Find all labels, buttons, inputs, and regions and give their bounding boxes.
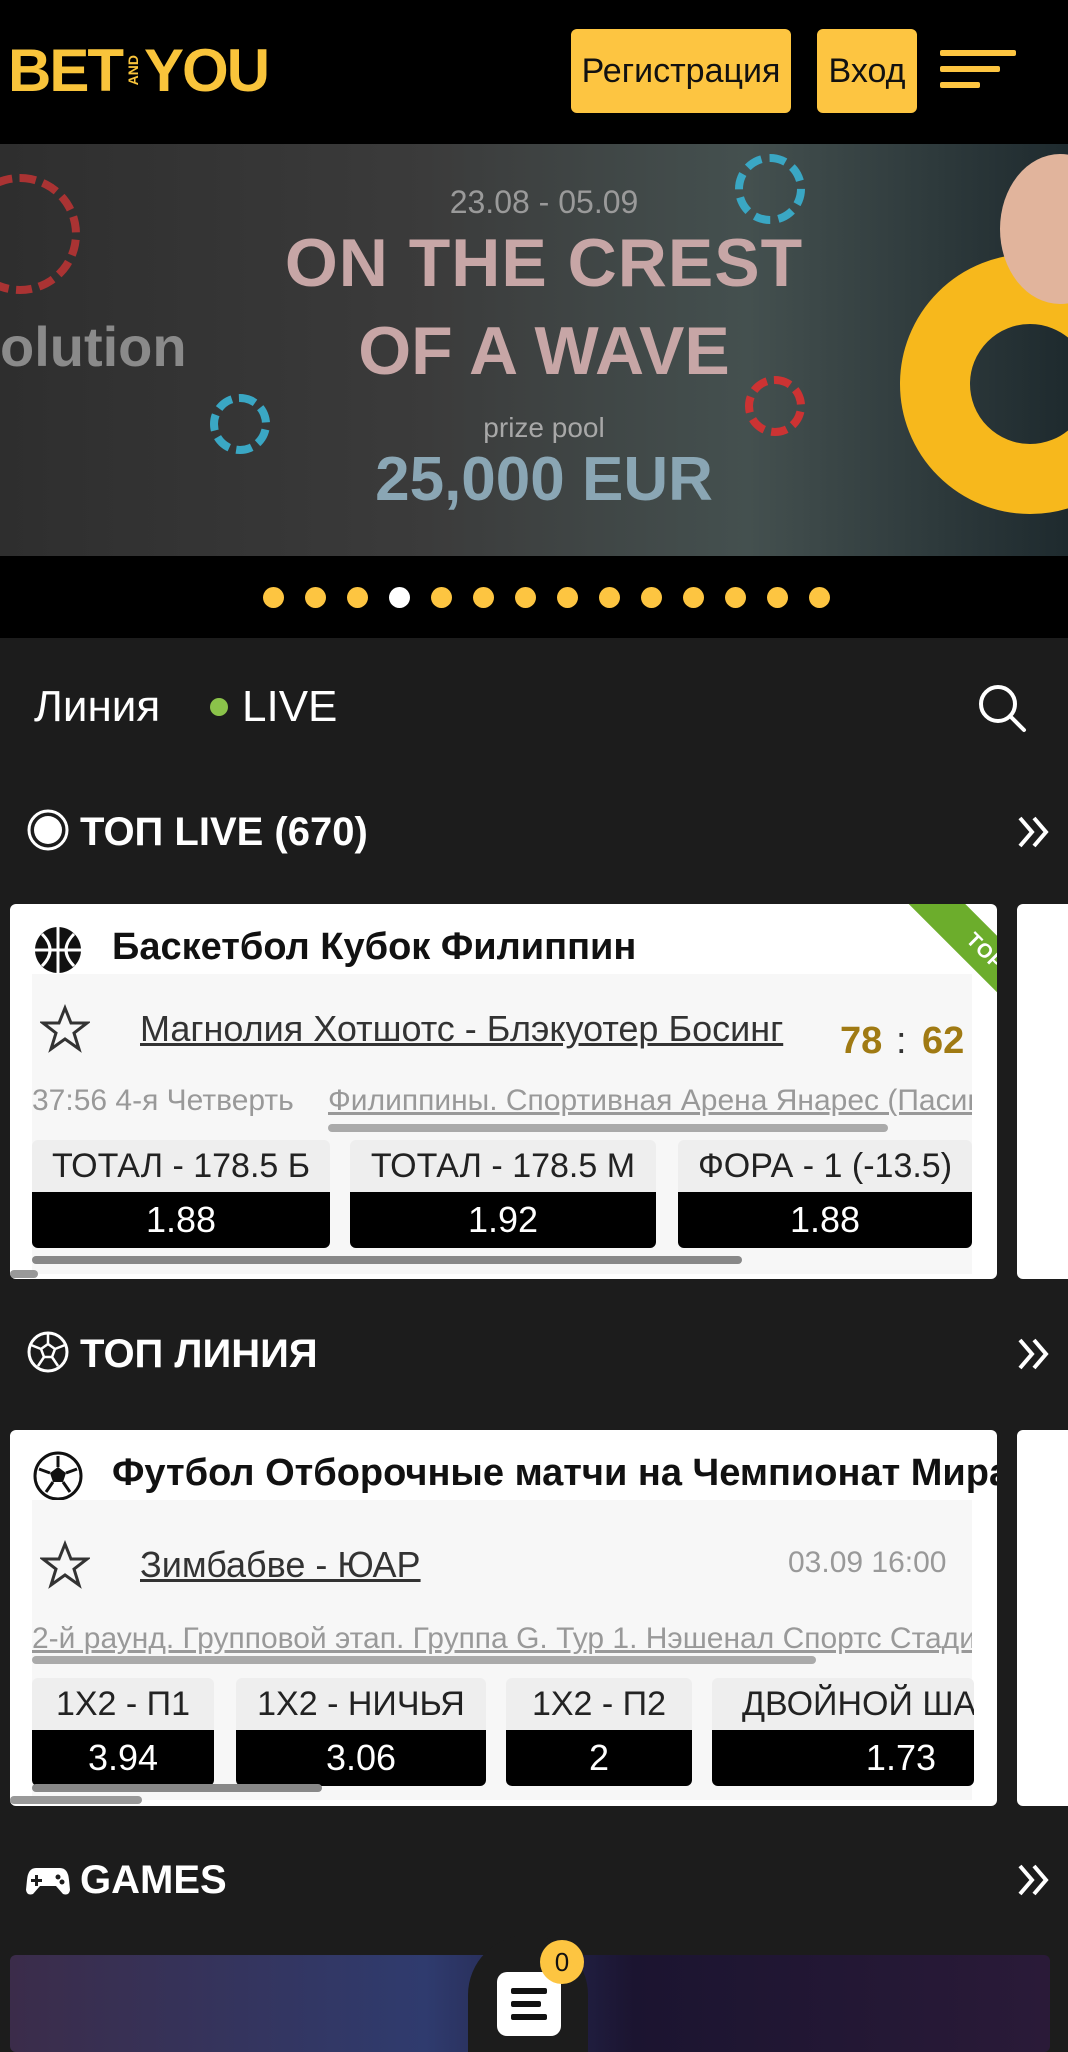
odd-value: 1.92 xyxy=(350,1192,656,1248)
odd-button[interactable]: 1X2 - П2 2 xyxy=(506,1678,692,1786)
odd-button[interactable]: ФОРА - 1 (-13.5) 1.88 xyxy=(678,1140,972,1248)
carousel-dot[interactable] xyxy=(682,586,704,608)
carousel-dot[interactable] xyxy=(262,586,284,608)
games-header[interactable]: GAMES xyxy=(0,1844,1068,1914)
basketball-icon xyxy=(35,927,81,973)
live-event-card[interactable]: Баскетбол Кубок Филиппин TOP Магнолия Хо… xyxy=(10,904,997,1279)
match-time: 37:56 4-я Четверть xyxy=(32,1084,294,1117)
card-scrollbar[interactable] xyxy=(10,1796,142,1804)
odd-label: ФОРА - 1 (-13.5) xyxy=(678,1140,972,1192)
odd-button[interactable]: 1X2 - П1 3.94 xyxy=(32,1678,214,1786)
banner-dates: 23.08 - 05.09 xyxy=(449,184,639,220)
odd-label: ДВОЙНОЙ ШАН xyxy=(712,1678,974,1730)
tab-line[interactable]: Линия xyxy=(34,682,160,732)
odd-label: 1X2 - П1 xyxy=(32,1678,214,1730)
odd-value: 1.88 xyxy=(678,1192,972,1248)
next-card-peek[interactable] xyxy=(1017,904,1068,1279)
odd-value: 3.06 xyxy=(236,1730,486,1786)
promo-banner[interactable]: olution 23.08 - 05.09 ON THE CREST OF A … xyxy=(0,144,1068,556)
odd-label: 1X2 - П2 xyxy=(506,1678,692,1730)
odd-value: 1.88 xyxy=(32,1192,330,1248)
match-meta: 2-й раунд. Групповой этап. Группа G. Тур… xyxy=(32,1622,972,1655)
match-date: 03.09 16:00 xyxy=(788,1546,947,1579)
games-title: GAMES xyxy=(80,1858,227,1902)
register-button[interactable]: Регистрация xyxy=(571,29,791,113)
tab-live[interactable]: LIVE xyxy=(210,682,337,732)
top-line-header[interactable]: ТОП ЛИНИЯ xyxy=(0,1318,1068,1388)
sport-nav: Линия LIVE xyxy=(0,638,1068,778)
app-root: BET AND YOU Регистрация Вход olution 23.… xyxy=(0,0,1068,2052)
carousel-dot[interactable] xyxy=(430,586,452,608)
next-card-peek[interactable] xyxy=(1017,1430,1068,1806)
logo-you: YOU xyxy=(144,36,270,104)
top-line-title: ТОП ЛИНИЯ xyxy=(80,1332,318,1376)
top-live-header[interactable]: ТОП LIVE (670) xyxy=(0,796,1068,866)
star-icon[interactable] xyxy=(40,1004,90,1054)
double-chevron-right-icon[interactable] xyxy=(1014,1334,1054,1374)
double-chevron-right-icon[interactable] xyxy=(1014,812,1054,852)
logo-bet: BET xyxy=(8,36,124,104)
event-body: Зимбабве - ЮАР 03.09 16:00 2-й раунд. Гр… xyxy=(32,1500,974,1800)
carousel-dot[interactable] xyxy=(388,586,410,608)
odd-label: ТОТАЛ - 178.5 Б xyxy=(32,1140,330,1192)
banner-title-line2: OF A WAVE xyxy=(358,313,730,389)
carousel-dot[interactable] xyxy=(346,586,368,608)
league-title: Баскетбол Кубок Филиппин xyxy=(112,926,637,968)
odd-label: ТОТАЛ - 178.5 М xyxy=(350,1140,656,1192)
meta-scrollbar[interactable] xyxy=(32,1656,816,1664)
carousel-dot[interactable] xyxy=(724,586,746,608)
odds-scrollbar[interactable] xyxy=(32,1256,742,1264)
carousel-dot[interactable] xyxy=(598,586,620,608)
score-separator: : xyxy=(896,1020,907,1062)
venue-scrollbar[interactable] xyxy=(328,1124,888,1132)
carousel-dot[interactable] xyxy=(514,586,536,608)
event-body: Магнолия Хотшотс - Блэкуотер Босинг 78 :… xyxy=(32,974,972,1274)
odd-value: 1.73 xyxy=(712,1730,974,1786)
score-home: 78 xyxy=(840,1020,883,1062)
card-scrollbar[interactable] xyxy=(10,1270,38,1278)
gamepad-icon xyxy=(26,1868,70,1895)
search-icon[interactable] xyxy=(976,682,1028,734)
carousel-dot[interactable] xyxy=(556,586,578,608)
match-link[interactable]: Зимбабве - ЮАР xyxy=(140,1544,421,1586)
score-away: 62 xyxy=(922,1020,965,1062)
soccer-ball-icon xyxy=(33,1451,83,1501)
double-chevron-right-icon[interactable] xyxy=(1014,1860,1054,1900)
carousel-dot[interactable] xyxy=(640,586,662,608)
line-event-card[interactable]: Футбол Отборочные матчи на Чемпионат Мир… xyxy=(10,1430,997,1806)
logo[interactable]: BET AND YOU xyxy=(8,36,270,104)
odd-value: 2 xyxy=(506,1730,692,1786)
carousel-dots xyxy=(0,556,1068,638)
banner-pool-label: prize pool xyxy=(483,412,605,443)
star-icon[interactable] xyxy=(40,1540,90,1590)
bet-slip-count-badge: 0 xyxy=(540,1940,584,1984)
odd-value: 3.94 xyxy=(32,1730,214,1786)
match-link[interactable]: Магнолия Хотшотс - Блэкуотер Босинг xyxy=(140,1008,783,1050)
carousel-dot[interactable] xyxy=(304,586,326,608)
tab-live-label: LIVE xyxy=(242,682,338,731)
logo-and: AND xyxy=(125,54,141,86)
carousel-dot[interactable] xyxy=(808,586,830,608)
header: BET AND YOU Регистрация Вход xyxy=(0,0,1068,144)
banner-title-line1: ON THE CREST xyxy=(284,225,804,301)
odd-button[interactable]: 1X2 - НИЧЬЯ 3.06 xyxy=(236,1678,486,1786)
carousel-dot[interactable] xyxy=(472,586,494,608)
match-venue: Филиппины. Спортивная Арена Янарес (Паси… xyxy=(328,1084,972,1117)
top-live-title: ТОП LIVE (670) xyxy=(80,810,368,854)
soccer-ball-outline-icon xyxy=(27,1331,69,1373)
carousel-dot[interactable] xyxy=(766,586,788,608)
odd-button[interactable]: ТОТАЛ - 178.5 М 1.92 xyxy=(350,1140,656,1248)
live-circle-icon xyxy=(27,809,69,851)
odd-label: 1X2 - НИЧЬЯ xyxy=(236,1678,486,1730)
odd-button[interactable]: ДВОЙНОЙ ШАН 1.73 xyxy=(712,1678,974,1786)
odds-scrollbar[interactable] xyxy=(32,1784,322,1792)
menu-icon[interactable] xyxy=(940,50,1020,94)
live-dot-icon xyxy=(210,698,228,716)
odd-button[interactable]: ТОТАЛ - 178.5 Б 1.88 xyxy=(32,1140,330,1248)
league-title: Футбол Отборочные матчи на Чемпионат Мир… xyxy=(112,1452,997,1494)
banner-amount: 25,000 EUR xyxy=(375,445,713,514)
login-button[interactable]: Вход xyxy=(817,29,917,113)
